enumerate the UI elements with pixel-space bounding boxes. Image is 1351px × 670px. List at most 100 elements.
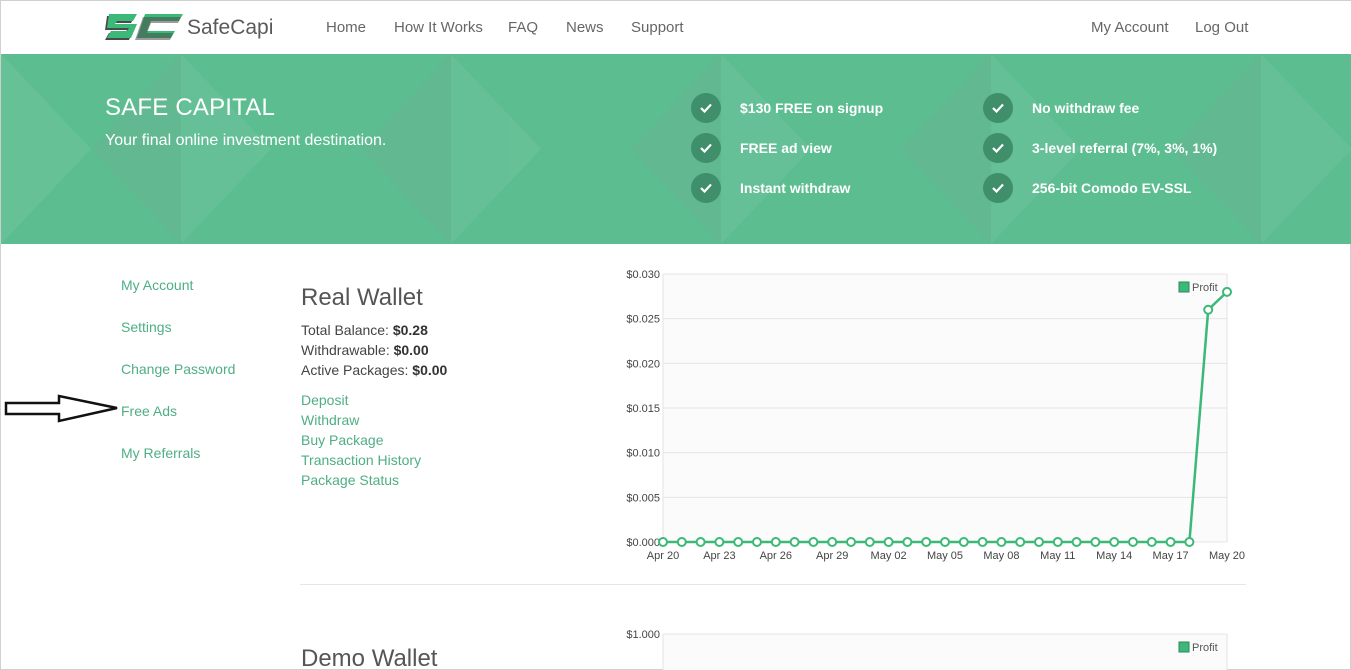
y-tick-label: $0.020	[626, 358, 660, 370]
plot-area	[662, 633, 1228, 670]
nav-how-it-works[interactable]: How It Works	[394, 19, 483, 36]
package-status-link[interactable]: Package Status	[301, 472, 399, 488]
total-balance-label: Total Balance:	[301, 322, 389, 338]
demo-wallet-title: Demo Wallet	[301, 645, 438, 670]
logo-mark-icon	[105, 14, 183, 40]
x-tick-label: Apr 20	[647, 550, 679, 562]
withdraw-link[interactable]: Withdraw	[301, 412, 359, 428]
nav-support[interactable]: Support	[631, 19, 684, 36]
transaction-history-link[interactable]: Transaction History	[301, 452, 421, 468]
data-point	[1052, 537, 1063, 547]
data-point	[940, 537, 950, 547]
brand-name: SafeCapi	[187, 16, 274, 39]
data-point	[921, 537, 932, 547]
sidebar-item-my-account[interactable]: My Account	[121, 277, 193, 293]
x-tick-label: Apr 23	[703, 550, 735, 562]
legend-swatch	[1178, 641, 1190, 653]
active-packages-value: $0.00	[412, 362, 448, 378]
feature-text: FREE ad view	[740, 140, 832, 156]
total-balance: Total Balance: $0.28	[301, 322, 428, 338]
data-point	[1090, 537, 1101, 547]
data-point	[958, 537, 969, 547]
x-tick-label: May 05	[927, 550, 963, 562]
hero-banner: SAFE CAPITAL Your final online investmen…	[1, 54, 1351, 244]
sidebar-item-change-password[interactable]: Change Password	[121, 361, 235, 377]
demo-wallet-profit-chart: $1.000 Profit	[626, 629, 1228, 670]
data-point	[676, 537, 687, 547]
real-wallet-profit-chart: $0.000 $0.005 $0.010 $0.015 $0.020 $0.025 $0.0…	[626, 269, 1245, 562]
legend-swatch	[1178, 281, 1190, 293]
y-tick-label: $0.010	[626, 448, 660, 460]
check-icon	[691, 93, 721, 123]
x-tick-label: May 08	[983, 550, 1019, 562]
data-point	[1222, 286, 1232, 297]
feature-item: $130 FREE on signup	[691, 93, 883, 123]
feature-item: No withdraw fee	[983, 93, 1139, 123]
data-point	[996, 537, 1007, 547]
data-point	[1015, 537, 1026, 547]
nav-news[interactable]: News	[566, 19, 604, 36]
total-balance-value: $0.28	[392, 322, 428, 338]
data-point	[864, 537, 875, 547]
x-tick-label: Apr 26	[760, 550, 792, 562]
check-icon	[691, 133, 721, 163]
arrow-right-icon	[4, 394, 118, 423]
data-point	[658, 537, 668, 547]
data-point	[1203, 304, 1214, 315]
check-icon	[983, 173, 1013, 203]
data-point	[695, 537, 706, 547]
data-point	[1071, 537, 1082, 547]
feature-text: $130 FREE on signup	[740, 100, 884, 116]
x-tick-label: May 17	[1153, 550, 1189, 562]
section-divider	[300, 584, 1246, 585]
y-tick-label: $1.000	[626, 629, 660, 641]
data-point	[714, 537, 725, 547]
nav-faq[interactable]: FAQ	[508, 19, 538, 36]
nav-log-out[interactable]: Log Out	[1195, 19, 1248, 36]
data-point	[846, 537, 856, 547]
withdrawable-value: $0.00	[393, 342, 429, 358]
feature-text: 256-bit Comodo EV-SSL	[1032, 180, 1192, 196]
buy-package-link[interactable]: Buy Package	[301, 432, 384, 448]
feature-item: 256-bit Comodo EV-SSL	[983, 173, 1191, 203]
active-packages: Active Packages: $0.00	[301, 362, 447, 378]
top-navbar: SafeCapi Home How It Works FAQ News Supp…	[1, 1, 1351, 54]
data-point	[883, 537, 894, 547]
hero-title: SAFE CAPITAL	[105, 94, 276, 121]
y-tick-label: $0.005	[626, 492, 660, 504]
sidebar-item-free-ads[interactable]: Free Ads	[121, 403, 177, 419]
x-tick-label: May 02	[871, 550, 907, 562]
legend-label: Profit	[1192, 642, 1218, 654]
data-point	[789, 537, 800, 547]
data-point	[808, 537, 819, 547]
nav-my-account[interactable]: My Account	[1091, 19, 1169, 36]
x-tick-label: Apr 29	[816, 550, 848, 562]
data-point	[977, 537, 988, 547]
hero-subtitle: Your final online investment destination…	[105, 132, 387, 149]
data-point	[752, 537, 762, 547]
feature-text: No withdraw fee	[1032, 100, 1140, 116]
data-point	[1165, 537, 1176, 547]
withdrawable-label: Withdrawable:	[301, 342, 390, 358]
x-tick-label: May 14	[1096, 550, 1132, 562]
data-point	[902, 537, 913, 547]
sidebar-item-settings[interactable]: Settings	[121, 319, 172, 335]
brand-logo[interactable]: SafeCapi	[105, 10, 273, 46]
feature-item: FREE ad view	[691, 133, 832, 163]
y-tick-label: $0.000	[626, 537, 660, 549]
x-tick-label: May 11	[1040, 550, 1075, 562]
data-point	[1146, 537, 1157, 547]
check-icon	[983, 93, 1013, 123]
data-point	[1034, 537, 1044, 547]
feature-item: Instant withdraw	[691, 173, 850, 203]
data-point	[827, 537, 838, 547]
deposit-link[interactable]: Deposit	[301, 392, 348, 408]
nav-home[interactable]: Home	[326, 19, 366, 36]
check-icon	[983, 133, 1013, 163]
data-point	[770, 537, 781, 547]
active-packages-label: Active Packages:	[301, 362, 409, 378]
feature-item: 3-level referral (7%, 3%, 1%)	[983, 133, 1217, 163]
feature-text: Instant withdraw	[740, 180, 851, 196]
data-point	[1128, 537, 1138, 547]
sidebar-item-my-referrals[interactable]: My Referrals	[121, 445, 200, 461]
